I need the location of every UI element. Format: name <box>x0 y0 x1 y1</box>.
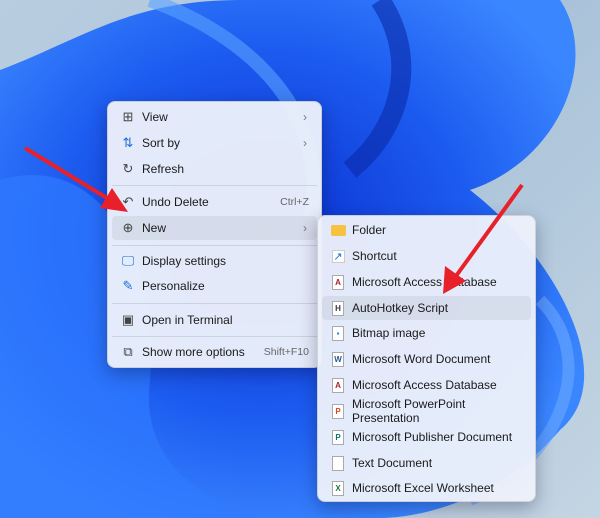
context-menu-item-sort-by[interactable]: ⇅ Sort by › <box>112 131 317 155</box>
menu-separator <box>112 303 317 304</box>
new-submenu-item-bitmap-image[interactable]: ▪ Bitmap image <box>322 321 531 345</box>
text-document-icon <box>330 455 346 471</box>
menu-item-label: AutoHotkey Script <box>352 301 449 315</box>
shortcut-icon: ↗ <box>331 249 345 263</box>
word-icon: W <box>330 351 346 367</box>
folder-icon <box>330 222 346 238</box>
refresh-icon: ↻ <box>122 161 134 176</box>
desktop-context-menu: ⊞ View › ⇅ Sort by › ↻ Refresh ↶ Undo Delete Ctrl+… <box>107 101 322 368</box>
menu-item-label: View <box>142 110 168 124</box>
context-menu-item-undo-delete[interactable]: ↶ Undo Delete Ctrl+Z <box>112 190 317 214</box>
terminal-icon: ▣ <box>121 312 135 327</box>
context-menu-item-display-settings[interactable]: 🖵 Display settings <box>112 249 317 273</box>
publisher-icon: P <box>330 429 346 445</box>
new-submenu-item-folder[interactable]: Folder <box>322 218 531 242</box>
new-submenu-item-autohotkey-script[interactable]: H AutoHotkey Script <box>322 296 531 320</box>
menu-item-label: Sort by <box>142 136 181 150</box>
access-icon: A <box>330 274 346 290</box>
menu-item-label: Personalize <box>142 279 205 293</box>
new-submenu: Folder ↗ Shortcut A Microsoft Access Databas… <box>317 215 536 502</box>
powerpoint-icon: P <box>330 403 346 419</box>
bitmap-icon: ▪ <box>330 325 346 341</box>
new-submenu-item-microsoft-publisher-document[interactable]: P Microsoft Publisher Document <box>322 425 531 449</box>
new-submenu-item-text-document[interactable]: Text Document <box>322 451 531 475</box>
menu-item-label: Text Document <box>352 456 433 470</box>
menu-item-label: Undo Delete <box>142 195 209 209</box>
plus-circle-icon: ⊕ <box>122 220 134 235</box>
menu-item-label: Refresh <box>142 162 185 176</box>
access-icon: A <box>330 377 346 393</box>
grid-icon: ⊞ <box>122 109 134 124</box>
menu-item-label: Show more options <box>142 345 245 359</box>
new-submenu-item-microsoft-powerpoint-presentation[interactable]: P Microsoft PowerPoint Presentation <box>322 397 531 425</box>
menu-item-label: Microsoft Access Database <box>352 378 497 392</box>
context-menu-item-personalize[interactable]: ✎ Personalize <box>112 274 317 298</box>
menu-item-label: Microsoft Access Database <box>352 275 497 289</box>
shortcut-hint: Ctrl+Z <box>280 196 309 208</box>
menu-item-label: Shortcut <box>352 249 397 263</box>
brush-icon: ✎ <box>122 278 134 293</box>
new-submenu-item-microsoft-access-database[interactable]: A Microsoft Access Database <box>322 270 531 294</box>
chevron-right-icon: › <box>303 221 307 235</box>
context-menu-item-new[interactable]: ⊕ New › <box>112 216 317 240</box>
context-menu-item-refresh[interactable]: ↻ Refresh <box>112 157 317 181</box>
more-options-icon: ⧉ <box>123 344 133 359</box>
chevron-right-icon: › <box>303 110 307 124</box>
menu-item-label: Open in Terminal <box>142 313 233 327</box>
context-menu-item-show-more-options[interactable]: ⧉ Show more options Shift+F10 <box>112 340 317 364</box>
sort-icon: ⇅ <box>122 135 134 150</box>
autohotkey-icon: H <box>330 300 346 316</box>
new-submenu-item-microsoft-excel-worksheet[interactable]: X Microsoft Excel Worksheet <box>322 476 531 500</box>
new-submenu-item-microsoft-word-document[interactable]: W Microsoft Word Document <box>322 347 531 371</box>
menu-item-label: Microsoft Excel Worksheet <box>352 481 494 495</box>
menu-item-label: Microsoft PowerPoint Presentation <box>352 397 466 425</box>
excel-icon: X <box>330 480 346 496</box>
context-menu-item-open-in-terminal[interactable]: ▣ Open in Terminal <box>112 308 317 332</box>
shortcut-hint: Shift+F10 <box>263 346 309 358</box>
undo-icon: ↶ <box>122 194 134 209</box>
new-submenu-item-shortcut[interactable]: ↗ Shortcut <box>322 244 531 268</box>
menu-item-label: Microsoft Publisher Document <box>352 430 513 444</box>
menu-item-label: Bitmap image <box>352 326 426 340</box>
menu-separator <box>112 245 317 246</box>
menu-item-label: Folder <box>352 223 387 237</box>
chevron-right-icon: › <box>303 136 307 150</box>
display-icon: 🖵 <box>121 253 135 268</box>
context-menu-item-view[interactable]: ⊞ View › <box>112 105 317 129</box>
menu-separator <box>112 336 317 337</box>
menu-separator <box>112 185 317 186</box>
menu-item-label: New <box>142 221 167 235</box>
new-submenu-item-microsoft-access-database[interactable]: A Microsoft Access Database <box>322 373 531 397</box>
menu-item-label: Microsoft Word Document <box>352 352 491 366</box>
menu-item-label: Display settings <box>142 254 227 268</box>
